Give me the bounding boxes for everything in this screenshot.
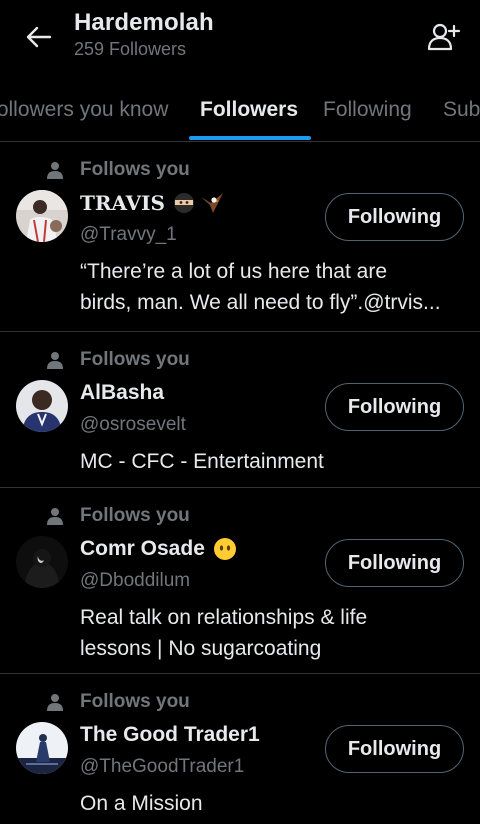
ninja-emoji (173, 192, 195, 214)
following-button[interactable]: Following (325, 193, 464, 241)
tab-bar: Followers you know Followers Following S… (0, 78, 480, 142)
active-tab-indicator (189, 136, 311, 140)
avatar[interactable] (16, 722, 68, 774)
user-bio: On a Mission (80, 788, 470, 819)
face-without-mouth-emoji (213, 537, 237, 561)
user-bio: MC - CFC - Entertainment (80, 446, 470, 477)
name-row: AlBasha (80, 378, 164, 408)
followers-count: 259 Followers (74, 39, 187, 59)
tab-subscriptions[interactable]: Subscriptions (443, 98, 480, 122)
following-button[interactable]: Following (325, 383, 464, 431)
follows-you-label: Follows you (80, 159, 190, 180)
tab-following[interactable]: Following (323, 98, 412, 122)
person-icon (44, 349, 66, 371)
bio-line: “There’re a lot of us here that are (80, 260, 387, 283)
follows-you-label: Follows you (80, 349, 190, 370)
bio-line: birds, man. We all need to fly”.@trvis..… (80, 291, 441, 314)
arrow-left-icon (26, 26, 52, 48)
name-row: Comr Osade (80, 534, 237, 564)
back-button[interactable] (22, 20, 56, 54)
follows-you-label: Follows you (80, 691, 190, 712)
follows-you-row: Follows you (44, 504, 190, 528)
display-name: TRAVIS (80, 191, 165, 215)
display-name: Comr Osade (80, 537, 205, 560)
eagle-emoji (199, 191, 225, 215)
bio-line: On a Mission (80, 792, 203, 815)
avatar[interactable] (16, 190, 68, 242)
tab-followers[interactable]: Followers (200, 98, 298, 122)
top-app-bar: Hardemolah 259 Followers (0, 0, 480, 74)
follows-you-row: Follows you (44, 158, 190, 182)
person-icon (44, 159, 66, 181)
following-button[interactable]: Following (325, 539, 464, 587)
name-row: The Good Trader1 (80, 720, 260, 750)
bio-line: Real talk on relationships & life (80, 606, 368, 629)
user-cell[interactable]: Follows you The Good Trader1 @TheGoodTra… (0, 674, 480, 824)
user-cell[interactable]: Follows you TRAVIS @Travvy_1 Following “… (0, 142, 480, 332)
display-name: AlBasha (80, 381, 165, 404)
user-bio: “There’re a lot of us here that are bird… (80, 256, 470, 318)
follows-you-label: Follows you (80, 505, 190, 526)
bio-line: lessons | No sugarcoating (80, 637, 322, 660)
user-handle: @osrosevelt (80, 414, 186, 435)
user-handle: @TheGoodTrader1 (80, 756, 245, 777)
follows-you-row: Follows you (44, 348, 190, 372)
user-cell[interactable]: Follows you AlBasha @osrosevelt Followin… (0, 332, 480, 488)
tab-followers-you-know[interactable]: Followers you know (0, 98, 168, 122)
follows-you-row: Follows you (44, 690, 190, 714)
name-row: TRAVIS (80, 188, 225, 218)
person-add-icon (427, 23, 461, 51)
person-icon (44, 505, 66, 527)
user-handle: @Dboddilum (80, 570, 191, 591)
profile-name-title: Hardemolah (74, 9, 214, 36)
person-icon (44, 691, 66, 713)
followers-list: Follows you TRAVIS @Travvy_1 Following “… (0, 142, 480, 824)
user-handle: @Travvy_1 (80, 224, 177, 245)
bio-line: MC - CFC - Entertainment (80, 450, 324, 473)
following-button[interactable]: Following (325, 725, 464, 773)
add-user-button[interactable] (424, 20, 464, 54)
avatar[interactable] (16, 536, 68, 588)
user-bio: Real talk on relationships & life lesson… (80, 602, 470, 664)
display-name: The Good Trader1 (80, 723, 260, 746)
user-cell[interactable]: Follows you Comr Osade @Dboddilum Follow… (0, 488, 480, 674)
avatar[interactable] (16, 380, 68, 432)
